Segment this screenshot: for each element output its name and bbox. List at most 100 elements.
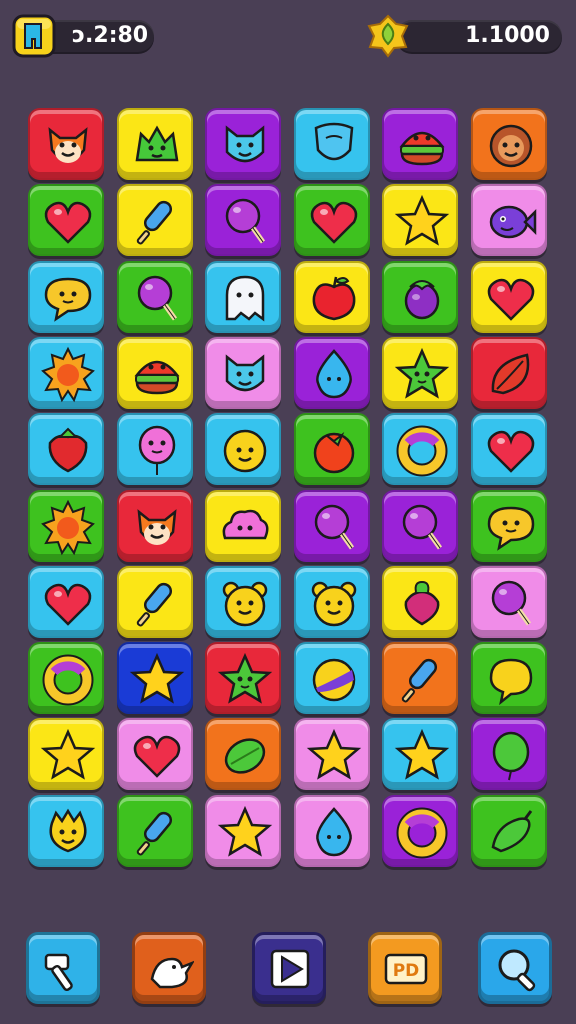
tile-r2-c1[interactable] [28, 184, 104, 257]
green-blob-icon [135, 125, 178, 162]
tile-r6-c2[interactable] [116, 489, 193, 562]
cloud-monster-icon [222, 509, 269, 539]
tile-r2-c6[interactable] [470, 184, 547, 257]
cat-face-icon [225, 354, 265, 392]
tile-r6-c6[interactable] [470, 489, 547, 562]
timer-text: ↄ.2:80 [72, 23, 149, 48]
tile-r9-c6[interactable] [470, 718, 547, 791]
burger-monster-icon [399, 131, 445, 166]
tile-r5-c2[interactable] [116, 413, 193, 486]
tile-r5-c4[interactable] [293, 413, 370, 486]
tile-r3-c1[interactable] [28, 260, 104, 333]
pd-box-icon: PD [384, 953, 428, 985]
play-arrow-icon [270, 949, 310, 989]
tile-r7-c6[interactable] [470, 565, 547, 638]
tile-r1-c2[interactable] [116, 108, 193, 180]
ring-icon [396, 807, 448, 859]
tile-r6-c3[interactable] [205, 489, 281, 562]
tile-r9-c1[interactable] [28, 718, 104, 791]
star-face-icon [394, 347, 450, 399]
tile-r8-c3[interactable] [205, 642, 281, 715]
tile-r3-c2[interactable] [116, 260, 193, 333]
tile-r1-c1[interactable] [28, 108, 104, 180]
coin-gem-icon[interactable] [366, 14, 410, 58]
bird-tool-button[interactable] [132, 932, 206, 1004]
tile-r2-c5[interactable] [382, 184, 458, 257]
tile-r8-c1[interactable] [28, 642, 104, 715]
tile-r1-c4[interactable] [293, 108, 370, 180]
tile-r8-c5[interactable] [382, 642, 458, 715]
tile-r10-c6[interactable] [470, 794, 547, 867]
tile-r5-c1[interactable] [28, 413, 104, 486]
eggplant-icon [404, 279, 440, 319]
tile-r2-c3[interactable] [205, 184, 281, 257]
tile-r4-c1[interactable] [28, 336, 104, 409]
tile-r8-c4[interactable] [293, 642, 370, 715]
tile-r6-c4[interactable] [293, 489, 370, 562]
tile-r8-c6[interactable] [470, 642, 547, 715]
dino-face-icon [49, 808, 87, 853]
magnifier-icon [498, 949, 536, 992]
tile-r3-c4[interactable] [293, 260, 370, 333]
tile-r7-c2[interactable] [116, 565, 193, 638]
coin-text: 1.1000 [465, 23, 550, 48]
tile-r7-c4[interactable] [293, 565, 370, 638]
tile-r7-c5[interactable] [382, 565, 458, 638]
tile-r1-c5[interactable] [382, 108, 458, 180]
tile-r7-c3[interactable] [205, 565, 281, 638]
tile-r5-c3[interactable] [205, 413, 281, 486]
tile-r3-c3[interactable] [205, 260, 281, 333]
tile-r10-c5[interactable] [382, 794, 458, 867]
lollipop-icon [137, 275, 177, 321]
popsicle-icon [136, 201, 172, 245]
lollipop-icon [491, 580, 531, 626]
ring-icon [396, 425, 448, 477]
fox-face-icon [48, 127, 88, 163]
tile-r9-c2[interactable] [116, 718, 193, 791]
tile-r10-c1[interactable] [28, 794, 104, 867]
tile-r9-c4[interactable] [293, 718, 370, 791]
coin-pill: 1.1000 [396, 20, 562, 52]
tile-r1-c6[interactable] [470, 108, 547, 180]
tile-r5-c5[interactable] [382, 413, 458, 486]
popsicle-icon [401, 658, 438, 703]
tile-r6-c1[interactable] [28, 489, 104, 562]
tile-r7-c1[interactable] [28, 565, 104, 638]
tile-r6-c5[interactable] [382, 489, 458, 562]
ring-icon [42, 654, 94, 706]
tile-r2-c2[interactable] [116, 184, 193, 257]
speech-face-icon [487, 506, 534, 551]
tile-r8-c2[interactable] [116, 642, 193, 715]
star-icon [129, 652, 184, 704]
tile-r10-c2[interactable] [116, 794, 193, 867]
tile-r4-c4[interactable] [293, 336, 370, 409]
tile-r4-c5[interactable] [382, 336, 458, 409]
hammer-tool-button[interactable] [26, 932, 100, 1004]
speech-bubble-icon [489, 658, 532, 706]
sun-icon [41, 499, 95, 555]
tile-r4-c6[interactable] [470, 336, 547, 409]
tile-r4-c2[interactable] [116, 336, 193, 409]
shuffle-tool-button[interactable] [252, 932, 326, 1004]
lime-icon [224, 738, 266, 775]
beach-ball-icon [312, 658, 355, 702]
speech-face-icon [44, 277, 92, 322]
tile-r10-c4[interactable] [293, 794, 370, 867]
tile-r3-c6[interactable] [470, 260, 547, 333]
pd-tool-button[interactable]: PD [368, 932, 442, 1004]
tile-r1-c3[interactable] [205, 108, 281, 180]
tile-r4-c3[interactable] [205, 336, 281, 409]
heart-icon [310, 202, 357, 245]
magnifier-tool-button[interactable] [478, 932, 552, 1004]
tile-r9-c5[interactable] [382, 718, 458, 791]
star-face-icon [217, 652, 273, 704]
tile-r3-c5[interactable] [382, 260, 458, 333]
tile-r2-c4[interactable] [293, 184, 370, 257]
lion-face-icon [489, 124, 532, 168]
tile-r5-c6[interactable] [470, 413, 547, 486]
boot-icon[interactable] [12, 14, 56, 58]
tile-r9-c3[interactable] [205, 718, 281, 791]
drop-face-icon [315, 806, 352, 856]
tile-r10-c3[interactable] [205, 794, 281, 867]
star-icon [40, 729, 96, 780]
